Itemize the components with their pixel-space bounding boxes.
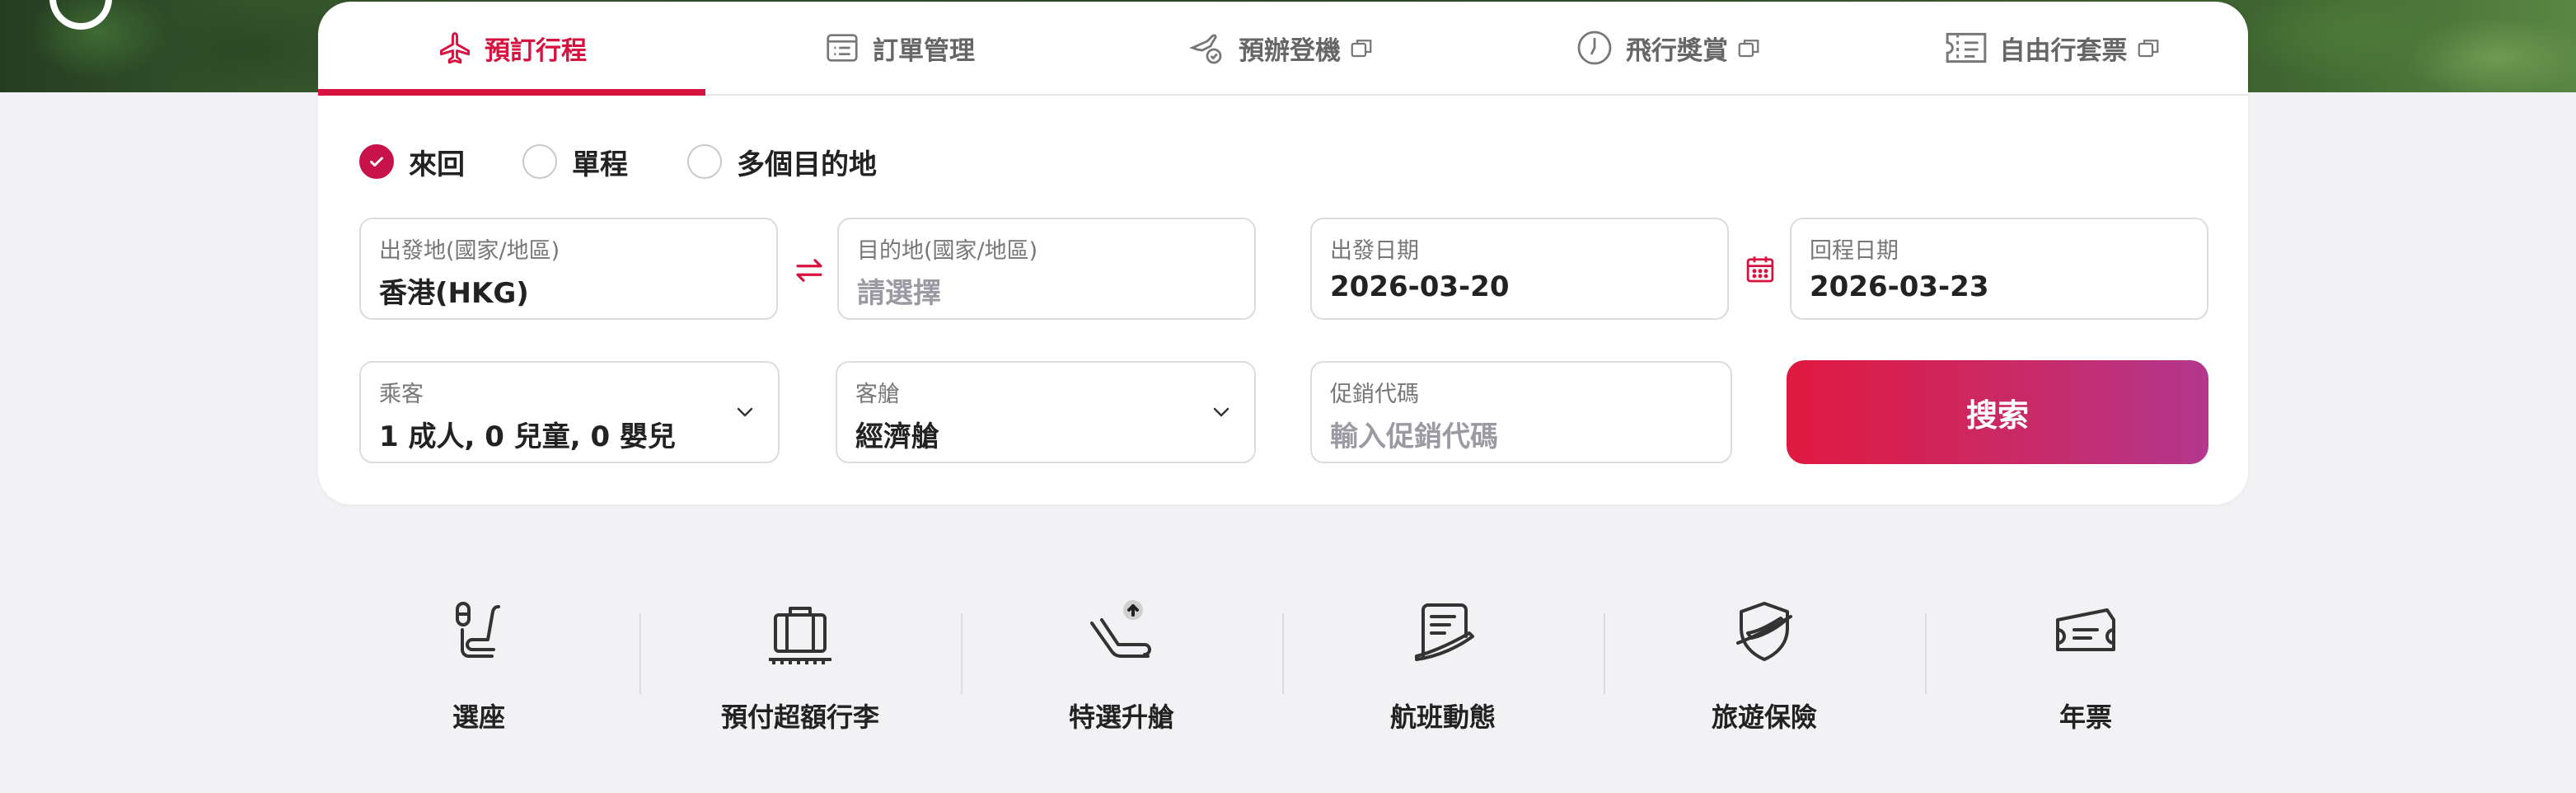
swap-locations-icon[interactable] (792, 253, 827, 288)
tab-label: 預訂行程 (485, 35, 587, 66)
service-annual-pass[interactable]: 年票 (1925, 594, 2246, 742)
flight-status-icon (1415, 603, 1474, 661)
annual-ticket-icon (2056, 608, 2115, 651)
trip-type-multicity[interactable]: 多個目的地 (687, 142, 877, 181)
field-label: 促銷代碼 (1330, 382, 1419, 407)
service-label: 預付超額行李 (720, 702, 879, 733)
chevron-down-icon (737, 407, 753, 417)
list-icon (827, 34, 858, 62)
chevron-down-icon (1213, 407, 1229, 417)
baggage-icon (769, 607, 831, 664)
tab-flight-rewards[interactable]: 飛行獎賞 (1480, 2, 1867, 94)
service-upgrade[interactable]: 特選升艙 (961, 594, 1282, 742)
trip-type-label: 來回 (409, 148, 465, 181)
field-label: 目的地(國家/地區) (857, 238, 1038, 264)
field-value: 1 成人, 0 兒童, 0 嬰兒 (379, 420, 676, 453)
field-placeholder: 輸入促銷代碼 (1330, 420, 1498, 453)
cabin-select[interactable]: 客艙 經濟艙 (836, 361, 1256, 463)
depart-date-field[interactable]: 出發日期 2026-03-20 (1310, 218, 1729, 320)
tab-online-checkin[interactable]: 預辦登機 (1093, 2, 1480, 94)
radio-unchecked-icon (522, 144, 557, 179)
brand-logo (49, 0, 112, 30)
radio-checked-icon (359, 144, 394, 179)
service-label: 航班動態 (1389, 702, 1496, 733)
ticket-icon (1946, 32, 1986, 63)
search-button[interactable]: 搜索 (1787, 360, 2208, 464)
field-label: 客艙 (855, 382, 900, 407)
service-label: 年票 (2058, 702, 2112, 733)
service-label: 特選升艙 (1068, 702, 1174, 733)
passengers-select[interactable]: 乘客 1 成人, 0 兒童, 0 嬰兒 (359, 361, 780, 463)
insurance-shield-icon (1736, 602, 1792, 661)
trip-type-label: 單程 (572, 148, 628, 181)
upgrade-seat-icon (1090, 600, 1151, 658)
promo-code-field[interactable]: 促銷代碼 輸入促銷代碼 (1310, 361, 1732, 463)
rewards-clock-icon (1577, 30, 1612, 65)
external-window-icon (1351, 40, 1372, 58)
tab-label: 飛行獎賞 (1626, 35, 1728, 66)
tab-manage-booking[interactable]: 訂單管理 (705, 2, 1093, 94)
destination-field[interactable]: 目的地(國家/地區) 請選擇 (837, 218, 1256, 320)
booking-tabs: 預訂行程 訂單管理 預辦登機 飛行獎賞 自由行套票 (318, 2, 2248, 96)
external-window-icon (1738, 40, 1759, 58)
field-label: 乘客 (379, 382, 424, 407)
field-label: 回程日期 (1810, 238, 1899, 264)
field-placeholder: 請選擇 (857, 277, 941, 310)
service-prepaid-baggage[interactable]: 預付超額行李 (639, 594, 961, 742)
radio-unchecked-icon (687, 144, 722, 179)
service-travel-insurance[interactable]: 旅遊保險 (1604, 594, 1925, 742)
field-label: 出發日期 (1330, 238, 1419, 264)
service-label: 選座 (452, 702, 505, 733)
external-window-icon (2138, 40, 2158, 58)
field-value: 經濟艙 (855, 420, 939, 453)
tab-label: 預辦登機 (1239, 35, 1341, 66)
origin-field[interactable]: 出發地(國家/地區) 香港(HKG) (359, 218, 778, 320)
trip-type-label: 多個目的地 (737, 148, 877, 181)
trip-type-oneway[interactable]: 單程 (522, 142, 628, 181)
service-seat-selection[interactable]: 選座 (318, 594, 639, 742)
tab-label: 訂單管理 (873, 35, 975, 66)
trip-type-roundtrip[interactable]: 來回 (359, 142, 465, 181)
airplane-icon (440, 32, 470, 64)
field-value: 2026-03-20 (1330, 270, 1510, 303)
calendar-icon[interactable] (1743, 252, 1777, 287)
tab-holiday-packages[interactable]: 自由行套票 (1867, 2, 2248, 94)
service-flight-status[interactable]: 航班動態 (1282, 594, 1604, 742)
field-value: 2026-03-23 (1810, 270, 1989, 303)
tab-book-trip[interactable]: 預訂行程 (318, 2, 705, 96)
service-label: 旅遊保險 (1711, 702, 1817, 733)
return-date-field[interactable]: 回程日期 2026-03-23 (1790, 218, 2208, 320)
tab-label: 自由行套票 (1999, 35, 2128, 66)
checkin-icon (1189, 34, 1222, 64)
seat-icon (456, 602, 500, 658)
field-label: 出發地(國家/地區) (379, 238, 560, 264)
field-value: 香港(HKG) (379, 277, 529, 310)
